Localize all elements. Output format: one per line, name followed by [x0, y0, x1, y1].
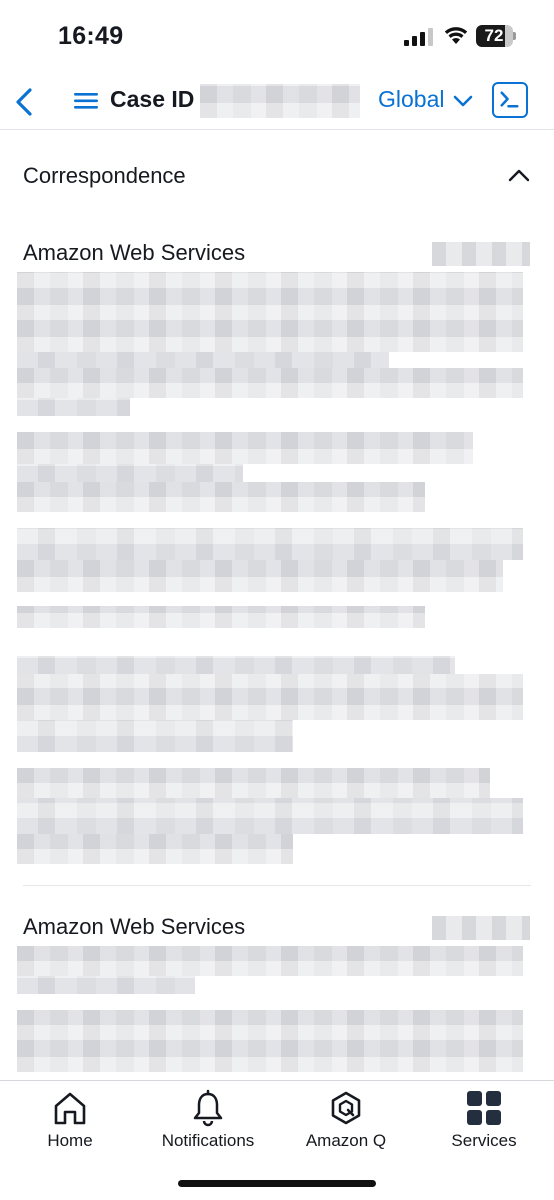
redacted-message-text — [17, 560, 503, 592]
region-selector[interactable]: Global — [378, 84, 444, 116]
redacted-message-text — [17, 674, 523, 720]
status-bar: 16:49 72 — [0, 0, 554, 76]
redacted-message-text — [17, 432, 473, 464]
tab-label: Amazon Q — [305, 1131, 387, 1150]
redacted-date — [432, 242, 530, 266]
tab-notifications[interactable]: Notifications — [138, 1081, 278, 1161]
redacted-message-text — [17, 798, 523, 834]
status-time: 16:49 — [58, 22, 124, 50]
amazon-q-icon — [331, 1091, 361, 1125]
tab-label: Services — [451, 1131, 517, 1150]
correspondence-heading: Correspondence — [23, 163, 186, 188]
redacted-message-text — [17, 976, 195, 994]
redacted-message-text — [17, 656, 455, 674]
redacted-message-text — [17, 946, 523, 976]
redacted-message-text — [17, 368, 523, 398]
battery-level: 72 — [484, 26, 504, 45]
redacted-message-text — [17, 464, 243, 482]
redacted-message-text — [17, 768, 490, 798]
redacted-message-text — [17, 482, 425, 512]
tab-label: Home — [47, 1131, 93, 1150]
redacted-message-text — [17, 352, 389, 368]
chevron-down-icon[interactable] — [452, 88, 474, 112]
hamburger-menu-icon[interactable] — [72, 88, 100, 114]
message-sender: Amazon Web Services — [23, 240, 246, 265]
redacted-message-text — [17, 1010, 523, 1072]
case-id-title: Case ID — [110, 86, 195, 112]
navigation-bar: Case ID Global — [0, 76, 554, 130]
home-icon — [54, 1092, 86, 1125]
bell-icon — [193, 1089, 223, 1127]
home-indicator — [178, 1180, 376, 1187]
redacted-date — [432, 916, 530, 940]
wifi-icon — [444, 27, 468, 44]
battery-indicator: 72 — [476, 25, 516, 47]
redacted-message-text — [17, 834, 293, 864]
message-divider — [23, 885, 531, 886]
redacted-message-text — [17, 528, 523, 560]
cellular-signal-icon — [404, 28, 433, 46]
tab-amazon-q[interactable]: Amazon Q — [276, 1081, 416, 1161]
redacted-case-id — [200, 84, 360, 118]
redacted-message-text — [17, 398, 130, 416]
message-sender: Amazon Web Services — [23, 914, 246, 939]
tab-home[interactable]: Home — [0, 1081, 140, 1161]
tab-label: Notifications — [161, 1131, 255, 1150]
cloudshell-button[interactable] — [492, 82, 528, 118]
grid-icon — [467, 1091, 501, 1125]
terminal-icon — [500, 91, 519, 108]
tab-services[interactable]: Services — [414, 1081, 554, 1161]
back-chevron-icon[interactable] — [8, 80, 42, 124]
redacted-message-text — [17, 606, 425, 628]
redacted-message-text — [17, 720, 293, 752]
redacted-message-text — [17, 272, 523, 352]
chevron-up-icon[interactable] — [506, 164, 532, 186]
